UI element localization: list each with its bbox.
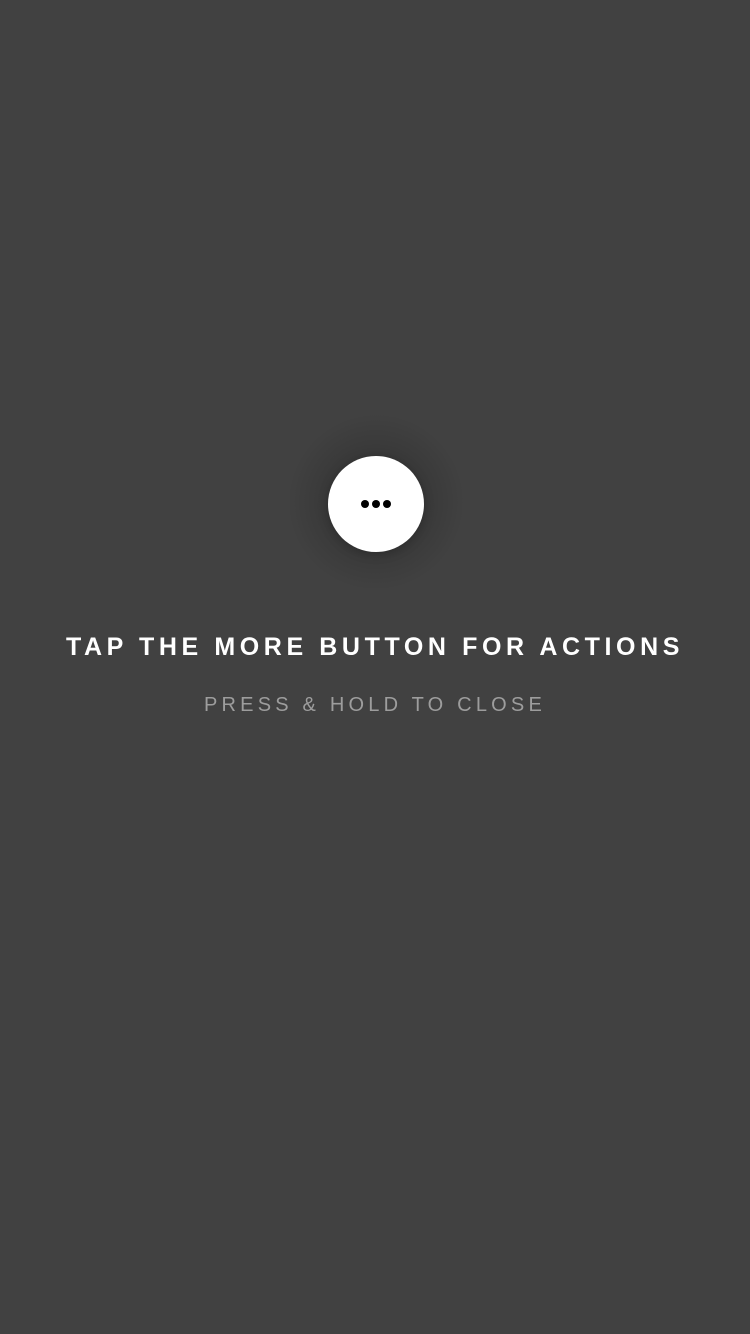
dot: [361, 500, 369, 508]
dot: [383, 500, 391, 508]
onboarding-overlay: TAP THE MORE BUTTON FOR ACTIONS PRESS & …: [0, 0, 750, 1334]
dot: [372, 500, 380, 508]
instruction-title: TAP THE MORE BUTTON FOR ACTIONS: [65, 633, 685, 661]
more-button[interactable]: [328, 456, 424, 552]
instruction-subtitle: PRESS & HOLD TO CLOSE: [204, 694, 546, 716]
more-horizontal-icon: [361, 500, 391, 508]
